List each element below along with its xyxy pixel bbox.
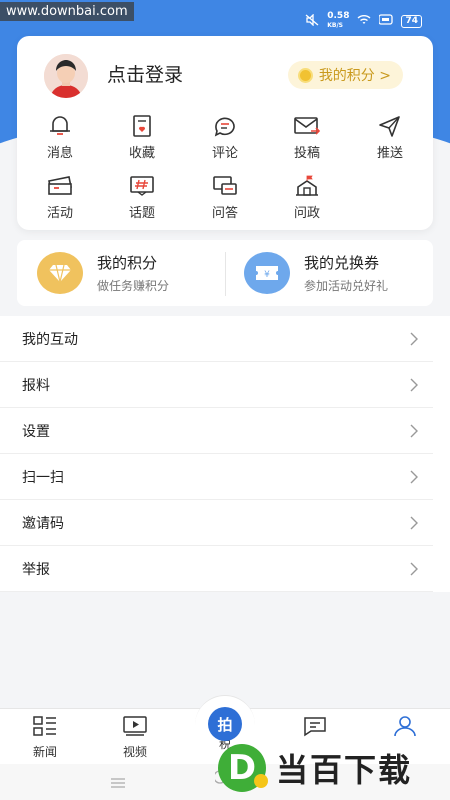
quick-action-favorites[interactable]: 收藏: [112, 114, 172, 161]
status-icons: 0.58 KB/S 74: [305, 12, 422, 30]
quick-action-government[interactable]: 问政: [277, 174, 337, 221]
my-points-subtitle: 做任务赚积分: [97, 279, 170, 293]
quick-action-messages[interactable]: 消息: [30, 114, 90, 161]
logo-text: 当百下载: [276, 751, 413, 789]
exchange-card: 我的积分 做任务赚积分 ¥ 我的兑换券 参加活动兑好礼: [17, 240, 433, 306]
tab-profile[interactable]: [360, 709, 450, 743]
signal-icon: [378, 14, 394, 28]
svg-text:¥: ¥: [264, 270, 270, 280]
site-logo: D 当百下载: [218, 740, 448, 796]
watermark: www.downbai.com: [0, 2, 134, 21]
quick-action-events[interactable]: 活动: [30, 174, 90, 221]
quick-action-label: 投稿: [293, 146, 320, 161]
video-icon: [122, 716, 148, 741]
logo-mark: D: [218, 744, 268, 792]
avatar[interactable]: [44, 54, 88, 98]
hashtag-icon: [112, 174, 172, 198]
coupon-icon: ¥: [244, 252, 290, 294]
government-icon: [277, 174, 337, 198]
tab-news[interactable]: 新闻: [0, 709, 90, 760]
ticket-icon: [30, 174, 90, 198]
quick-action-push[interactable]: 推送: [360, 114, 420, 161]
menu-item-invite-code[interactable]: 邀请码: [0, 500, 433, 546]
quick-action-label: 评论: [211, 146, 238, 161]
tab-label: 视频: [122, 745, 147, 759]
quick-action-label: 收藏: [128, 146, 155, 161]
profile-icon: [392, 716, 418, 741]
menu-item-label: 扫一扫: [22, 469, 64, 486]
login-link[interactable]: 点击登录: [107, 60, 183, 87]
battery-indicator: 74: [401, 14, 422, 28]
shoot-icon: 拍: [208, 707, 242, 741]
menu-item-label: 报料: [22, 377, 50, 394]
my-coupons-title: 我的兑换券: [304, 254, 380, 272]
chevron-right-icon: [409, 423, 419, 442]
qa-icon: [195, 174, 255, 198]
favorite-icon: [112, 114, 172, 138]
my-coupons-subtitle: 参加活动兑好礼: [304, 279, 389, 293]
news-icon: [32, 716, 58, 741]
menu-item-label: 我的互动: [22, 331, 78, 348]
quick-action-label: 消息: [46, 146, 73, 161]
quick-action-topics[interactable]: 话题: [112, 174, 172, 221]
settings-menu: 我的互动 报料 设置 扫一扫 邀请码 举报: [0, 316, 450, 592]
quick-action-qa[interactable]: 问答: [195, 174, 255, 221]
menu-item-label: 邀请码: [22, 515, 64, 532]
chevron-right-icon: [409, 561, 419, 580]
send-icon: [360, 114, 420, 138]
tab-video[interactable]: 视频: [90, 709, 180, 760]
status-bar: www.downbai.com 0.58 KB/S 74: [0, 0, 450, 32]
tab-label: 新闻: [32, 745, 57, 759]
chevron-right-icon: [409, 469, 419, 488]
my-points-entry[interactable]: 我的积分 做任务赚积分: [37, 240, 169, 306]
my-points-title: 我的积分: [97, 254, 158, 272]
menu-item-report-abuse[interactable]: 举报: [0, 546, 433, 592]
coin-icon: [297, 67, 313, 83]
feed-icon: [302, 717, 328, 741]
menu-item-label: 举报: [22, 561, 50, 578]
mail-submit-icon: [277, 114, 337, 138]
quick-action-comments[interactable]: 评论: [195, 114, 255, 161]
my-points-pill[interactable]: 我的积分 >: [287, 61, 403, 89]
divider: [225, 252, 226, 296]
mute-icon: [305, 12, 319, 29]
diamond-icon: [37, 252, 83, 294]
my-coupons-entry[interactable]: ¥ 我的兑换券 参加活动兑好礼: [244, 240, 388, 306]
menu-icon[interactable]: [110, 774, 126, 793]
menu-item-label: 设置: [22, 423, 50, 440]
bell-icon: [30, 114, 90, 138]
menu-item-my-interactions[interactable]: 我的互动: [0, 316, 433, 362]
network-speed: 0.58 KB/S: [327, 11, 350, 30]
menu-item-settings[interactable]: 设置: [0, 408, 433, 454]
comment-icon: [195, 114, 255, 138]
profile-card: 点击登录 我的积分 > 消息 收藏 评论 投稿 推送 活动 话题 问答 问政: [17, 36, 433, 230]
chevron-right-icon: [409, 331, 419, 350]
menu-item-scan[interactable]: 扫一扫: [0, 454, 433, 500]
tab-feed[interactable]: [270, 709, 360, 743]
wifi-icon: [357, 14, 371, 28]
quick-action-label: 问政: [293, 206, 320, 221]
quick-action-label: 推送: [376, 146, 403, 161]
menu-item-report-news[interactable]: 报料: [0, 362, 433, 408]
quick-action-label: 活动: [46, 206, 73, 221]
chevron-right-icon: [409, 515, 419, 534]
my-points-pill-label: 我的积分 >: [318, 68, 391, 84]
chevron-right-icon: [409, 377, 419, 396]
quick-action-label: 问答: [211, 206, 238, 221]
quick-action-submit[interactable]: 投稿: [277, 114, 337, 161]
quick-action-label: 话题: [128, 206, 155, 221]
